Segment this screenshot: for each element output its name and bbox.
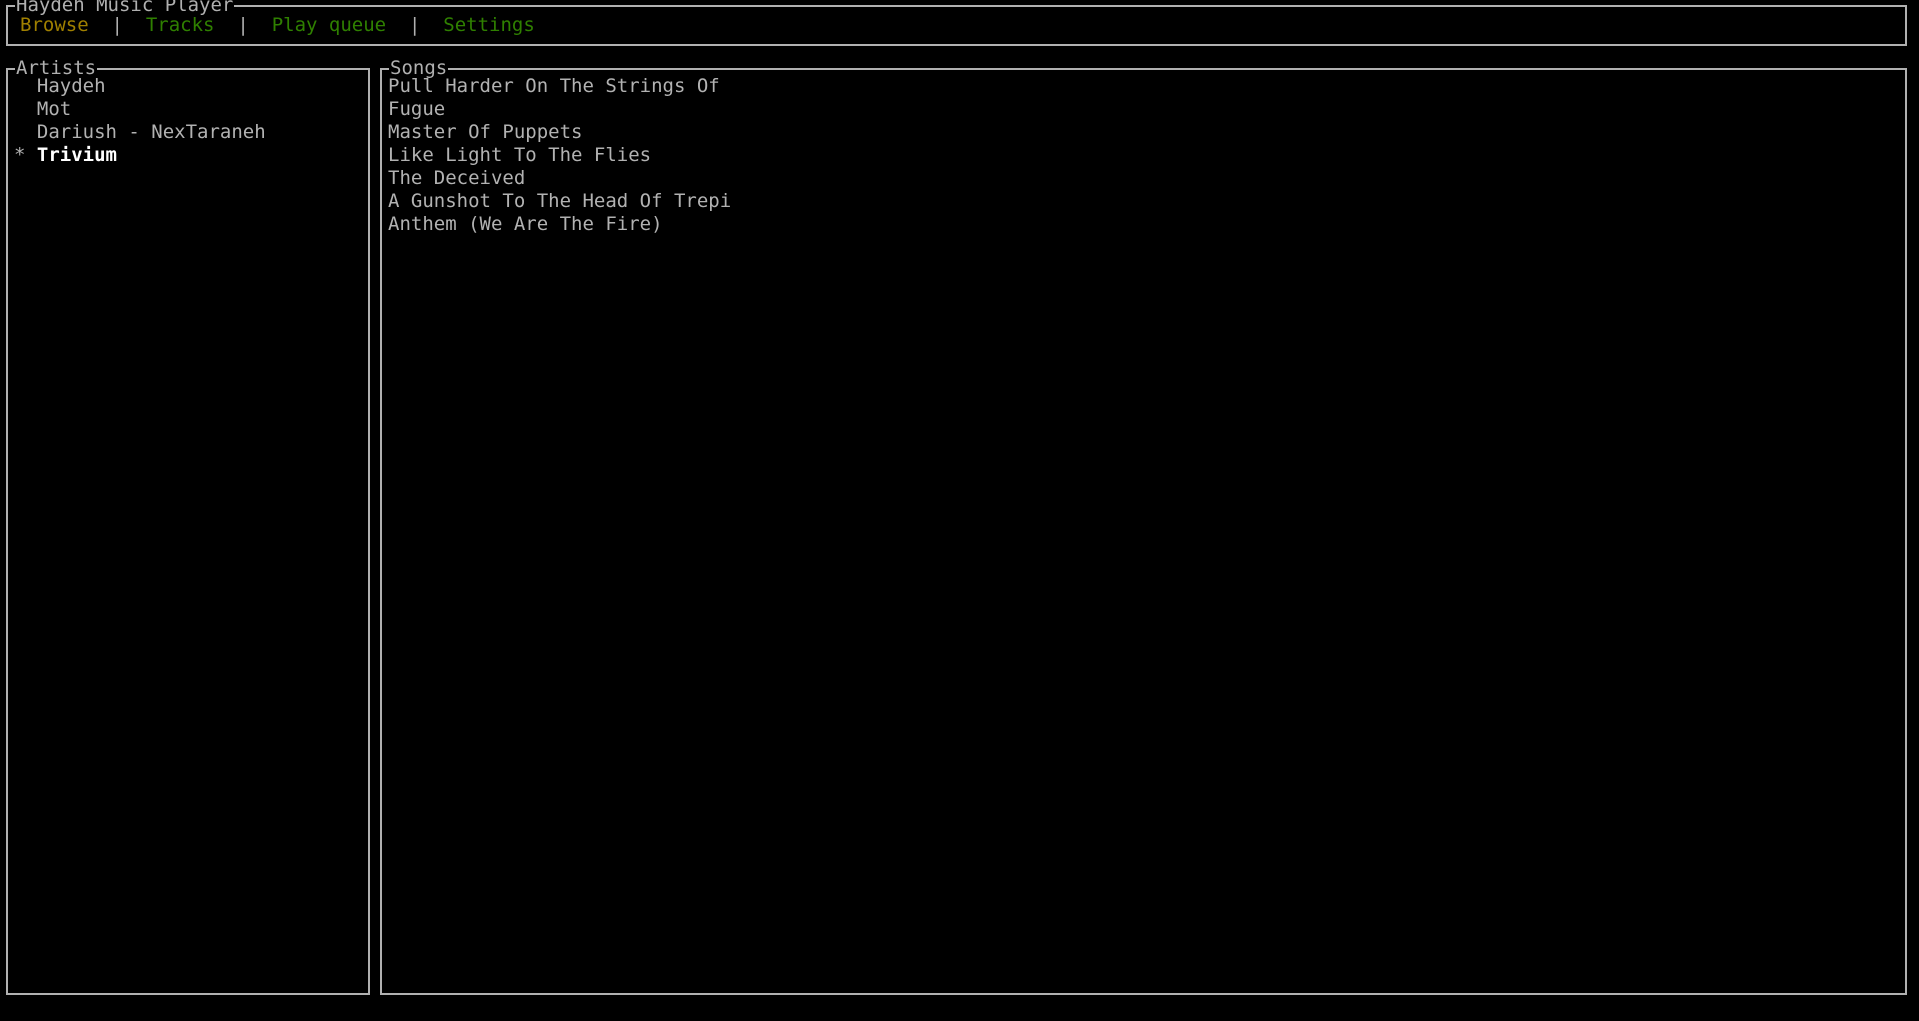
row-marker [14,98,37,121]
song-title: Fugue [388,98,446,120]
artist-list-item[interactable]: Haydeh [8,75,366,98]
row-marker [14,121,37,144]
menu-separator: | [214,14,272,36]
artist-name: Dariush - NexTaraneh [36,121,266,143]
song-list-item[interactable]: Fugue [382,98,1903,121]
main-window-frame: Haydeh Music Player Browse | Tracks | Pl… [6,0,1907,46]
song-title: Like Light To The Flies [388,144,652,166]
artist-name: Haydeh [36,75,106,97]
artist-list-item[interactable]: Mot [8,98,366,121]
song-title: Anthem (We Are The Fire) [388,213,663,235]
row-marker [14,75,37,98]
menu-item-tracks[interactable]: Tracks [146,14,215,36]
song-title: A Gunshot To The Head Of Trepi [388,190,732,212]
menu-item-play-queue[interactable]: Play queue [272,14,386,36]
menu-item-browse[interactable]: Browse [20,14,89,36]
song-title: Master Of Puppets [388,121,583,143]
song-list-item[interactable]: Pull Harder On The Strings Of [382,75,1903,98]
selected-marker-icon: * [14,144,26,166]
song-list-item[interactable]: Like Light To The Flies [382,144,1903,167]
artists-panel: Artists Haydeh Mot Dariush - NexTaraneh *… [6,57,370,995]
songs-panel: Songs Pull Harder On The Strings Of Fugue… [380,57,1907,995]
artist-list-item[interactable]: Dariush - NexTaraneh [8,121,366,144]
song-list-item[interactable]: The Deceived [382,167,1903,190]
song-list-item[interactable]: Anthem (We Are The Fire) [382,213,1903,236]
artist-name: Mot [36,98,72,120]
songs-list: Pull Harder On The Strings Of Fugue Master… [382,75,1903,991]
menu-separator: | [88,14,146,36]
song-title: The Deceived [388,167,526,189]
menu-separator: | [386,14,444,36]
song-list-item[interactable]: Master Of Puppets [382,121,1903,144]
artist-name: Trivium [36,144,117,166]
menu-bar: Browse | Tracks | Play queue | Settings [20,14,535,37]
song-title: Pull Harder On The Strings Of [388,75,720,97]
artist-list-item[interactable]: * Trivium [8,144,366,167]
artists-list: Haydeh Mot Dariush - NexTaraneh * Trivium [8,75,366,991]
menu-item-settings[interactable]: Settings [443,14,535,36]
song-list-item[interactable]: A Gunshot To The Head Of Trepi [382,190,1903,213]
